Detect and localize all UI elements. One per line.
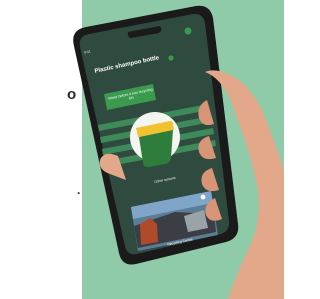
card-expand-icon[interactable]	[200, 194, 206, 200]
phone-scene	[73, 5, 284, 299]
back-button[interactable]	[184, 27, 192, 35]
